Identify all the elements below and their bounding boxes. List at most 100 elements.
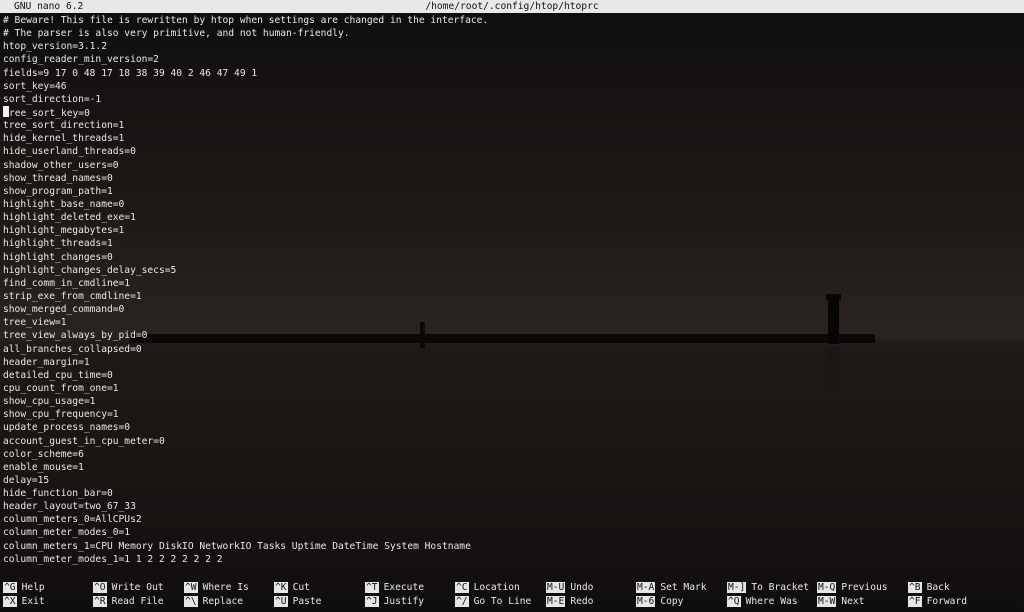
- shortcut-read-file[interactable]: ^R Read File: [93, 595, 164, 608]
- editor-line[interactable]: shadow_other_users=0: [3, 159, 1021, 172]
- editor-line[interactable]: highlight_changes_delay_secs=5: [3, 264, 1021, 277]
- editor-line[interactable]: highlight_threads=1: [3, 237, 1021, 250]
- shortcut-bar: ^G Help ^O Write Out ^W Where Is ^K Cut ^T Execut…: [0, 581, 1024, 608]
- shortcut-label: Replace: [202, 595, 243, 607]
- shortcut-justify[interactable]: ^J Justify: [365, 595, 424, 608]
- editor-line[interactable]: htop_version=3.1.2: [3, 40, 1021, 53]
- shortcut-label: Paste: [292, 595, 322, 607]
- editor-line[interactable]: fields=9 17 0 48 17 18 38 39 40 2 46 47 …: [3, 67, 1021, 80]
- editor-line[interactable]: tree_view=1: [3, 316, 1021, 329]
- shortcut-forward[interactable]: ^F Forward: [908, 595, 967, 608]
- editor-line[interactable]: # Beware! This file is rewritten by htop…: [3, 14, 1021, 27]
- editor-line[interactable]: sort_direction=-1: [3, 93, 1021, 106]
- shortcut-label: Previous: [841, 582, 888, 593]
- editor-line[interactable]: detailed_cpu_time=0: [3, 369, 1021, 382]
- shortcut-back[interactable]: ^B Back: [908, 581, 950, 594]
- shortcut-label: Justify: [383, 595, 424, 607]
- shortcut-to-bracket[interactable]: M-] To Bracket: [727, 581, 809, 594]
- editor-line[interactable]: show_cpu_frequency=1: [3, 408, 1021, 421]
- editor-line[interactable]: strip_exe_from_cmdline=1: [3, 290, 1021, 303]
- editor-line[interactable]: config_reader_min_version=2: [3, 53, 1021, 66]
- shortcut-key: M-U: [546, 582, 566, 593]
- editor-line[interactable]: sort_key=46: [3, 80, 1021, 93]
- shortcut-previous[interactable]: M-Q Previous: [817, 581, 888, 594]
- editor-text-area[interactable]: # Beware! This file is rewritten by htop…: [3, 14, 1021, 566]
- shortcut-key: ^B: [908, 582, 922, 593]
- shortcut-key: M-]: [727, 582, 747, 593]
- editor-line[interactable]: delay=15: [3, 474, 1021, 487]
- editor-line[interactable]: show_merged_command=0: [3, 303, 1021, 316]
- shortcut-label: Redo: [570, 595, 594, 607]
- shortcut-key: ^G: [3, 582, 17, 593]
- shortcut-location[interactable]: ^C Location: [455, 581, 520, 594]
- editor-line[interactable]: header_margin=1: [3, 356, 1021, 369]
- shortcut-label: Location: [473, 582, 520, 593]
- shortcut-label: Back: [926, 582, 950, 593]
- shortcut-label: Forward: [926, 595, 967, 607]
- shortcut-write-out[interactable]: ^O Write Out: [93, 581, 164, 594]
- shortcut-copy[interactable]: M-6 Copy: [636, 595, 683, 608]
- editor-line[interactable]: show_thread_names=0: [3, 172, 1021, 185]
- editor-line[interactable]: header_layout=two_67_33: [3, 500, 1021, 513]
- shortcut-label: Help: [21, 582, 45, 593]
- shortcut-key: ^F: [908, 595, 922, 607]
- shortcut-help[interactable]: ^G Help: [3, 581, 45, 594]
- shortcut-key: ^J: [365, 595, 379, 607]
- shortcut-key: ^C: [455, 582, 469, 593]
- editor-line[interactable]: hide_function_bar=0: [3, 487, 1021, 500]
- editor-line[interactable]: tree_view_always_by_pid=0: [3, 329, 1021, 342]
- shortcut-key: M-W: [817, 595, 837, 607]
- editor-line[interactable]: highlight_megabytes=1: [3, 224, 1021, 237]
- editor-line[interactable]: highlight_changes=0: [3, 251, 1021, 264]
- shortcut-key: ^O: [93, 582, 107, 593]
- shortcut-exit[interactable]: ^X Exit: [3, 595, 45, 608]
- shortcut-where-is[interactable]: ^W Where Is: [184, 581, 249, 594]
- shortcut-undo[interactable]: M-U Undo: [546, 581, 593, 594]
- editor-line[interactable]: all_branches_collapsed=0: [3, 343, 1021, 356]
- shortcut-paste[interactable]: ^U Paste: [274, 595, 321, 608]
- shortcut-next[interactable]: M-W Next: [817, 595, 864, 608]
- editor-line[interactable]: enable_mouse=1: [3, 461, 1021, 474]
- editor-line[interactable]: column_meter_modes_0=1: [3, 526, 1021, 539]
- editor-line[interactable]: tree_sort_direction=1: [3, 119, 1021, 132]
- shortcut-label: Exit: [21, 595, 45, 607]
- shortcut-replace[interactable]: ^\ Replace: [184, 595, 243, 608]
- shortcut-key: M-6: [636, 595, 656, 607]
- editor-line[interactable]: column_meters_0=AllCPUs2: [3, 513, 1021, 526]
- editor-line[interactable]: # The parser is also very primitive, and…: [3, 27, 1021, 40]
- shortcut-key: M-Q: [817, 582, 837, 593]
- editor-line[interactable]: find_comm_in_cmdline=1: [3, 277, 1021, 290]
- shortcut-redo[interactable]: M-E Redo: [546, 595, 593, 608]
- editor-line[interactable]: cpu_count_from_one=1: [3, 382, 1021, 395]
- shortcut-label: Copy: [660, 595, 684, 607]
- shortcut-key: M-A: [636, 582, 656, 593]
- shortcut-label: Where Was: [745, 595, 798, 607]
- editor-line[interactable]: ree_sort_key=0: [3, 105, 1021, 119]
- shortcut-go-to-line[interactable]: ^/ Go To Line: [455, 595, 531, 608]
- shortcut-where-was[interactable]: ^Q Where Was: [727, 595, 798, 608]
- editor-line[interactable]: column_meters_1=CPU Memory DiskIO Networ…: [3, 540, 1021, 553]
- shortcut-label: Next: [841, 595, 865, 607]
- editor-line[interactable]: highlight_deleted_exe=1: [3, 211, 1021, 224]
- editor-line[interactable]: column_meter_modes_1=1 1 2 2 2 2 2 2 2: [3, 553, 1021, 566]
- shortcut-key: M-E: [546, 595, 566, 607]
- shortcut-key: ^\: [184, 595, 198, 607]
- editor-line[interactable]: hide_userland_threads=0: [3, 145, 1021, 158]
- shortcut-execute[interactable]: ^T Execute: [365, 581, 424, 594]
- editor-line[interactable]: account_guest_in_cpu_meter=0: [3, 435, 1021, 448]
- shortcut-label: Undo: [570, 582, 594, 593]
- editor-line[interactable]: highlight_base_name=0: [3, 198, 1021, 211]
- shortcut-key: ^T: [365, 582, 379, 593]
- shortcut-label: To Bracket: [751, 582, 810, 593]
- editor-line[interactable]: hide_kernel_threads=1: [3, 132, 1021, 145]
- shortcut-set-mark[interactable]: M-A Set Mark: [636, 581, 707, 594]
- editor-line[interactable]: show_cpu_usage=1: [3, 395, 1021, 408]
- shortcut-label: Cut: [292, 582, 310, 593]
- editor-line[interactable]: color_scheme=6: [3, 448, 1021, 461]
- editor-line-text: ree_sort_key=0: [9, 107, 90, 119]
- shortcut-label: Execute: [383, 582, 424, 593]
- editor-line[interactable]: update_process_names=0: [3, 421, 1021, 434]
- shortcut-key: ^U: [274, 595, 288, 607]
- shortcut-cut[interactable]: ^K Cut: [274, 581, 310, 594]
- editor-line[interactable]: show_program_path=1: [3, 185, 1021, 198]
